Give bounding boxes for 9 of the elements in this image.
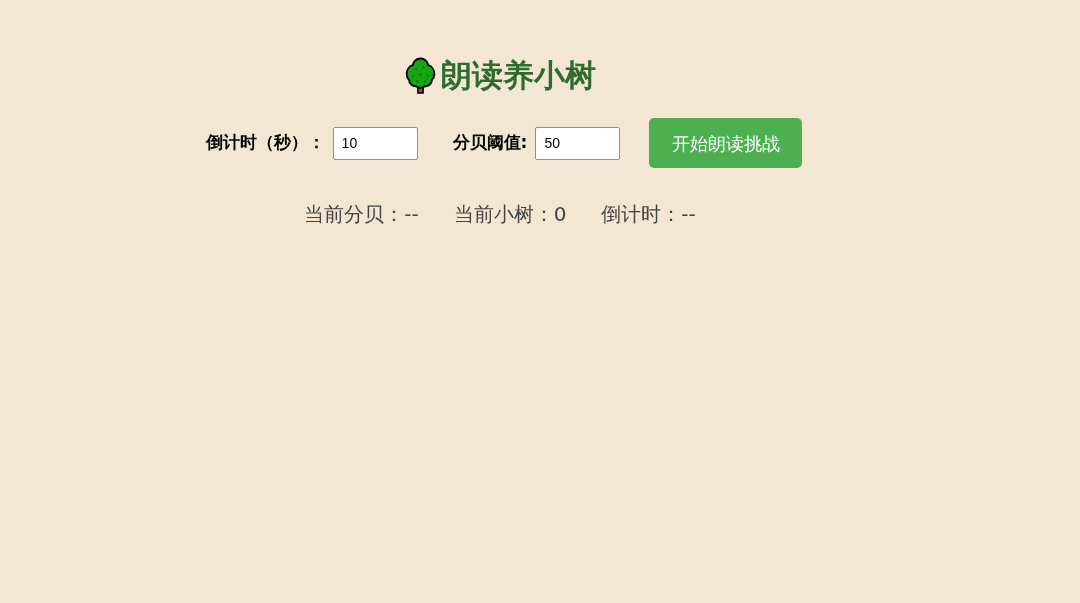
app-title: 朗读养小树 xyxy=(441,56,596,95)
stat-text: 倒计时：-- xyxy=(601,201,696,228)
stat-text: 当前小树：0 xyxy=(453,201,567,228)
setting-label: 倒计时（秒）： xyxy=(205,131,325,155)
number-input[interactable]: 10 xyxy=(332,126,418,160)
setting-label: 分贝阈值: xyxy=(452,131,528,155)
tree-icon xyxy=(404,56,437,94)
stat-text: 当前分贝：-- xyxy=(304,201,419,228)
number-input[interactable]: 50 xyxy=(535,126,621,160)
